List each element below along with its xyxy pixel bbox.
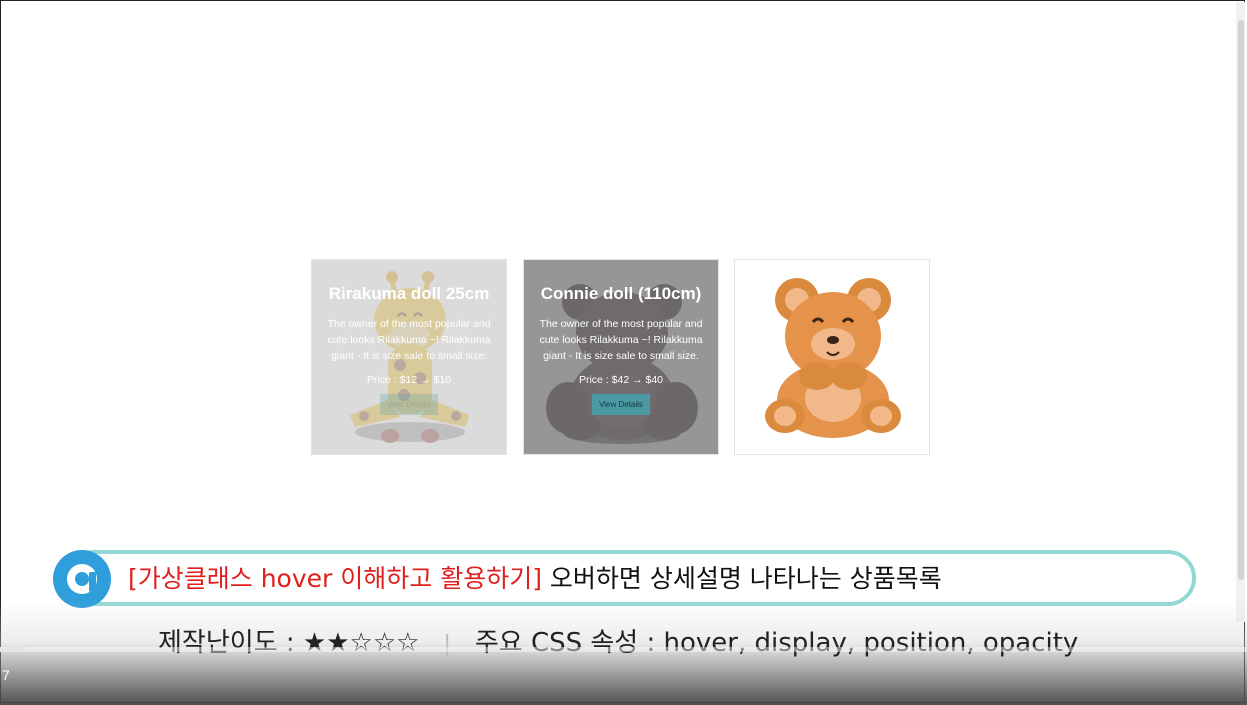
caption-rest: 오버하면 상세설명 나타나는 상품목록 <box>541 564 942 593</box>
caption-title: [가상클래스 hover 이해하고 활용하기] 오버하면 상세설명 나타나는 상… <box>128 559 942 595</box>
view-details-button[interactable]: View Details <box>380 394 438 415</box>
caption-highlight: [가상클래스 hover 이해하고 활용하기] <box>128 564 542 593</box>
product-card-rirakuma[interactable]: Rirakuma doll 25cm The owner of the most… <box>311 259 507 455</box>
view-details-button[interactable]: View Details <box>592 394 650 415</box>
product-overlay: Connie doll (110cm) The owner of the mos… <box>524 260 718 454</box>
subtitle-line: 제작난이도 : ★★☆☆☆ | 주요 CSS 속성 : hover, display… <box>158 622 1078 659</box>
product-title: Connie doll (110cm) <box>540 284 702 303</box>
product-description: The owner of the most popular and cute l… <box>327 318 491 362</box>
scrollbar-thumb[interactable] <box>1238 20 1244 580</box>
timecode: 7 <box>2 667 10 683</box>
teddy-bear-plush-image <box>765 278 901 438</box>
product-card-teddy[interactable] <box>734 259 930 455</box>
product-card-connie[interactable]: Connie doll (110cm) The owner of the mos… <box>523 259 719 455</box>
difficulty-rating: 제작난이도 : ★★☆☆☆ <box>158 628 420 658</box>
progress-bar[interactable] <box>0 647 1247 652</box>
product-overlay: Rirakuma doll 25cm The owner of the most… <box>312 260 506 454</box>
css-properties: 주요 CSS 속성 : hover, display, position, op… <box>474 628 1079 658</box>
product-title: Rirakuma doll 25cm <box>328 284 490 303</box>
product-price: Price : $42 → $40 <box>578 374 664 386</box>
separator: | <box>443 632 451 657</box>
product-price: Price : $12 → $10 <box>366 374 452 386</box>
product-description: The owner of the most popular and cute l… <box>539 318 703 362</box>
progress-fill <box>0 647 25 652</box>
